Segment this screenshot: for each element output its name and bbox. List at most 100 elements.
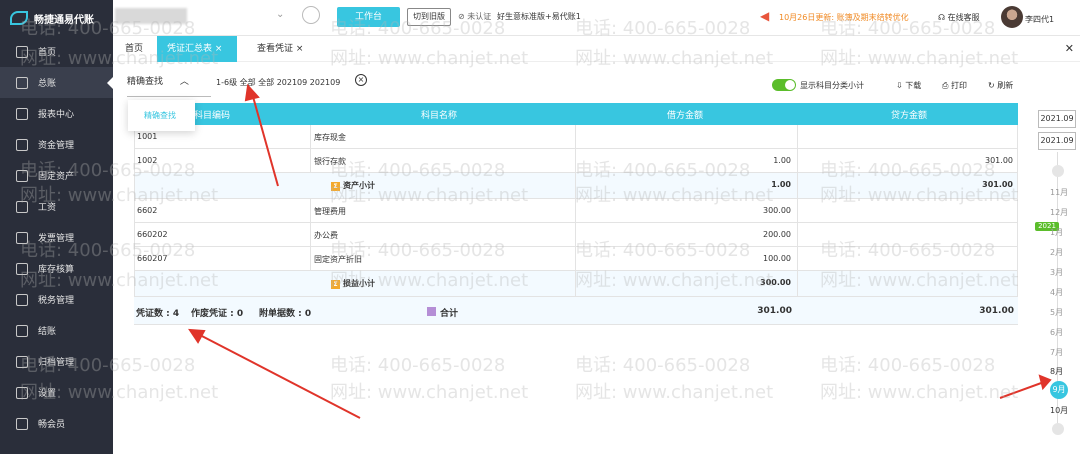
unverified-text: 未认证 [467, 12, 492, 21]
company-switch-icon[interactable] [302, 6, 320, 24]
tab-view-voucher-label: 查看凭证 [257, 44, 294, 54]
tab-voucher-summary[interactable]: 凭证汇总表 × [157, 36, 237, 62]
close-icon[interactable]: × [296, 44, 304, 54]
month-item[interactable]: 7月 [1050, 347, 1063, 358]
sidebar-item[interactable]: 首页 [0, 36, 113, 67]
date-panel: 2021.09 2021.09 11月 12月 2021 1月 2月 3月 4月… [1030, 102, 1080, 454]
scroll-up-icon[interactable] [1052, 165, 1064, 177]
total-icon [427, 307, 436, 316]
cell-debit: 1.00 [773, 156, 791, 165]
refresh-button[interactable]: ↻ 刷新 [988, 80, 1013, 91]
sidebar: 首页总账报表中心资金管理固定资产 工资发票管理库存核算 税务管理结账归档管理设置畅会… [0, 36, 113, 454]
sidebar-item[interactable]: 库存核算 [0, 253, 113, 284]
arrow-head [188, 328, 206, 344]
table-footer: 凭证数 : 4 作废凭证 : 0 附单据数 : 0 合计 301.00 301.… [134, 297, 1018, 325]
dropdown-item-precise-search[interactable]: 精确查找 [144, 110, 176, 121]
sidebar-item-label: 结账 [38, 327, 57, 337]
edition-label: 好生意标准版+易代账1 [497, 12, 581, 21]
table-row[interactable]: 660202 办公费 200.00 [134, 223, 1018, 247]
sidebar-item-label: 设置 [38, 389, 57, 399]
month-item[interactable]: 1月 [1050, 227, 1063, 238]
table-header: 科目编码 科目名称 借方金额 贷方金额 [134, 103, 1018, 125]
scroll-down-icon[interactable] [1052, 423, 1064, 435]
chevron-down-icon[interactable]: ⌄ [276, 9, 284, 20]
switch-old-version-button[interactable]: 切到旧版 [407, 8, 451, 26]
sidebar-item[interactable]: 固定资产 [0, 160, 113, 191]
table-row[interactable]: 1001 库存现金 [134, 125, 1018, 149]
workbench-button[interactable]: 工作台 [337, 7, 400, 27]
month-item[interactable]: 12月 [1050, 207, 1068, 218]
table-row[interactable]: 6602 管理费用 300.00 [134, 199, 1018, 223]
home-icon [16, 45, 28, 58]
table-row[interactable]: 1002 银行存款 1.00 301.00 [134, 149, 1018, 173]
tab-home[interactable]: 首页 [115, 36, 153, 62]
month-item[interactable]: 4月 [1050, 287, 1063, 298]
precise-search-button[interactable]: 精确查找 ︿ [127, 75, 211, 97]
watermark-text: 网址: www.chanjet.net [575, 382, 774, 403]
filter-summary: 1-6级 全部 全部 202109 202109 [216, 78, 341, 87]
precise-search-label: 精确查找 [127, 77, 164, 87]
sidebar-item[interactable]: 设置 [0, 377, 113, 408]
cell-name: 管理费用 [314, 207, 346, 216]
tab-view-voucher[interactable]: 查看凭证 × [247, 36, 313, 62]
close-icon[interactable]: × [215, 44, 223, 54]
update-notice[interactable]: 10月26日更新: 账簿及期末结转优化 [779, 12, 909, 23]
sidebar-item-label: 报表中心 [38, 110, 75, 120]
void-voucher-count: 作废凭证 : 0 [191, 309, 244, 319]
month-item[interactable]: 5月 [1050, 307, 1063, 318]
tab-bar: 首页 凭证汇总表 × 查看凭证 × ✕ [113, 36, 1080, 62]
username[interactable]: 李四代1 [1025, 14, 1054, 25]
month-item[interactable]: 10月 [1050, 405, 1068, 416]
stock-icon [16, 262, 28, 275]
voucher-count: 凭证数 : 4 [136, 309, 180, 319]
online-service-link[interactable]: ☊ 在线客服 [938, 12, 980, 23]
ledger-icon [16, 76, 28, 89]
download-button[interactable]: ⇩ 下载 [896, 80, 921, 91]
unverified-label[interactable]: ⊘ 未认证 [458, 11, 491, 22]
sidebar-item[interactable]: 畅会员 [0, 408, 113, 439]
chart-icon [16, 107, 28, 120]
table-row[interactable]: 660207 固定资产折旧 100.00 [134, 247, 1018, 271]
sidebar-item[interactable]: 工资 [0, 191, 113, 222]
cell-code: 1002 [137, 156, 158, 165]
total-text: 合计 [440, 309, 459, 319]
header-credit: 贷方金额 [891, 111, 928, 121]
avatar[interactable] [1001, 6, 1023, 28]
sidebar-item-label: 首页 [38, 48, 57, 58]
sidebar-item[interactable]: 总账 [0, 67, 113, 98]
subtotal-toggle[interactable] [772, 79, 796, 91]
total-label: 合计 [427, 306, 458, 319]
month-item[interactable]: 6月 [1050, 327, 1063, 338]
sidebar-item[interactable]: 税务管理 [0, 284, 113, 315]
chevron-up-icon: ︿ [179, 77, 189, 87]
selected-month[interactable]: 9月 [1050, 381, 1068, 399]
cell-code: 660207 [137, 254, 168, 263]
logo[interactable]: 畅捷通易代账 [0, 0, 113, 36]
clear-filter-icon[interactable]: × [355, 74, 367, 86]
online-service-text: 在线客服 [947, 13, 980, 22]
sidebar-item-label: 资金管理 [38, 141, 75, 151]
subtotal-toggle-label: 显示科目分类小计 [800, 81, 864, 90]
print-button[interactable]: ⎙ 打印 [942, 80, 967, 91]
sidebar-item-label: 发票管理 [38, 234, 75, 244]
cell-name: 银行存款 [314, 157, 346, 166]
month-item[interactable]: 3月 [1050, 267, 1063, 278]
subtotal-text: 损益小计 [343, 279, 375, 288]
subtotal-debit: 1.00 [771, 180, 791, 189]
sidebar-item[interactable]: 结账 [0, 315, 113, 346]
month-item[interactable]: 2月 [1050, 247, 1063, 258]
close-panel-icon[interactable]: ✕ [1065, 42, 1074, 55]
close-book-icon [16, 324, 28, 337]
start-date-field[interactable]: 2021.09 [1038, 110, 1076, 128]
cell-code: 6602 [137, 206, 158, 215]
sidebar-item[interactable]: 归档管理 [0, 346, 113, 377]
salary-icon [16, 200, 28, 213]
end-date-field[interactable]: 2021.09 [1038, 132, 1076, 150]
month-item[interactable]: 11月 [1050, 187, 1068, 198]
month-item[interactable]: 8月 [1050, 366, 1063, 377]
company-name-blurred[interactable] [115, 8, 187, 24]
sidebar-item[interactable]: 发票管理 [0, 222, 113, 253]
tab-voucher-summary-label: 凭证汇总表 [167, 44, 213, 54]
sidebar-item[interactable]: 报表中心 [0, 98, 113, 129]
sidebar-item[interactable]: 资金管理 [0, 129, 113, 160]
